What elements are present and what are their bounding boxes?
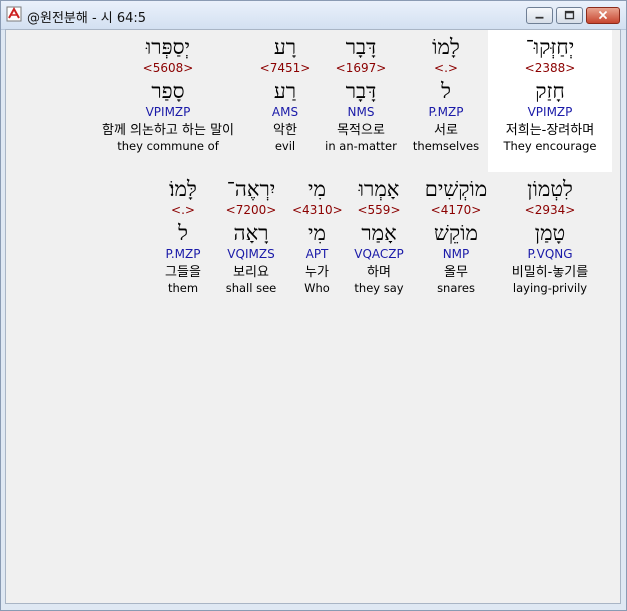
- analysis-panel[interactable]: יְחַזְּקוּ־ <2388> חָזַק VPIMZP 저희는-장려하며…: [5, 29, 621, 604]
- strong-number[interactable]: <1697>: [319, 61, 403, 76]
- hebrew-word: דָּבָר: [345, 35, 377, 59]
- lemma-word: מוֹקֵשׁ: [434, 221, 478, 245]
- hebrew-word: יִרְאֶה־: [226, 177, 276, 201]
- english-gloss: Who: [304, 281, 330, 295]
- morph-code: VPIMZP: [145, 105, 191, 119]
- english-gloss: themselves: [412, 139, 480, 153]
- korean-gloss: 비밀히-놓기를: [511, 265, 589, 280]
- word-cell[interactable]: דָּבָר <1697> דָּבָר NMS 목적으로 in an-matt…: [319, 33, 403, 154]
- korean-gloss: 악한: [273, 123, 297, 138]
- english-gloss: snares: [437, 281, 475, 295]
- word-cell[interactable]: מִי <4310> מִי APT 누가 Who: [292, 175, 343, 296]
- window-title: @원전분해 - 시 64:5: [27, 11, 147, 26]
- strong-number[interactable]: <4170>: [414, 203, 498, 218]
- korean-gloss: 하며: [367, 265, 391, 280]
- hebrew-word: לָּמוֹ׃: [169, 177, 197, 201]
- title-bar[interactable]: @원전분해 - 시 64:5: [1, 1, 626, 30]
- hebrew-word: מִי: [308, 177, 326, 201]
- korean-gloss: 저희는-장려하며: [505, 123, 595, 138]
- english-gloss: they say: [354, 281, 404, 295]
- word-cell[interactable]: יְחַזְּקוּ־ <2388> חָזַק VPIMZP 저희는-장려하며…: [488, 30, 612, 172]
- strong-number[interactable]: <4310>: [292, 203, 343, 218]
- morph-code: P.MZP: [428, 105, 464, 119]
- strong-number[interactable]: <5608>: [84, 61, 252, 76]
- lemma-word: רַע: [273, 79, 297, 103]
- lemma-word: ל: [441, 79, 451, 103]
- strong-number[interactable]: <.>: [153, 203, 213, 218]
- korean-gloss: 누가: [305, 265, 329, 280]
- morph-code: AMS: [271, 105, 299, 119]
- minimize-icon: [535, 16, 544, 19]
- app-window: @원전분해 - 시 64:5 יְחַזְּקוּ־ <2388> חָזַק …: [0, 0, 627, 611]
- morph-code: VPIMZP: [527, 105, 573, 119]
- strong-number[interactable]: <2934>: [500, 203, 600, 218]
- english-gloss: evil: [274, 139, 296, 153]
- word-cell[interactable]: רָע <7451> רַע AMS 악한 evil: [255, 33, 315, 154]
- english-gloss: laying-privily: [512, 281, 588, 295]
- strong-number[interactable]: <7200>: [218, 203, 284, 218]
- lemma-word: חָזַק: [535, 79, 565, 103]
- hebrew-word: מוֹקְשִׁים: [424, 177, 488, 201]
- lemma-word: אָמַר: [361, 221, 397, 245]
- morph-code: NMS: [347, 105, 375, 119]
- morph-code: VQIMZS: [227, 247, 275, 261]
- hebrew-word: יְחַזְּקוּ־: [525, 35, 575, 59]
- app-logo-icon: [6, 6, 22, 22]
- word-cell[interactable]: מוֹקְשִׁים <4170> מוֹקֵשׁ NMP 올무 snares: [414, 175, 498, 296]
- korean-gloss: 목적으로: [337, 123, 385, 138]
- korean-gloss: 함께 의논하고 하는 말이: [102, 123, 234, 138]
- korean-gloss: 보리요: [233, 265, 269, 280]
- strong-number[interactable]: <559>: [348, 203, 410, 218]
- hebrew-word: לָמוֹ: [432, 35, 460, 59]
- strong-number[interactable]: <7451>: [255, 61, 315, 76]
- hebrew-word: אָמְרוּ: [358, 177, 400, 201]
- morph-code: APT: [305, 247, 329, 261]
- word-cell[interactable]: לִטְמוֹן <2934> טָמַן P.VQNG 비밀히-놓기를 lay…: [500, 175, 600, 296]
- lemma-word: ל: [178, 221, 188, 245]
- lemma-word: סָפַר: [151, 79, 185, 103]
- korean-gloss: 서로: [434, 123, 458, 138]
- hebrew-word: רָע: [273, 35, 297, 59]
- english-gloss: they commune of: [117, 139, 219, 153]
- morph-code: NMP: [442, 247, 470, 261]
- word-cell[interactable]: יְסַפְּרוּ <5608> סָפַר VPIMZP 함께 의논하고 하…: [84, 33, 252, 154]
- lemma-word: רָאָה: [233, 221, 269, 245]
- close-button[interactable]: [586, 7, 620, 24]
- lemma-word: דָּבָר: [345, 79, 377, 103]
- morph-code: VQACZP: [354, 247, 404, 261]
- hebrew-word: לִטְמוֹן: [527, 177, 573, 201]
- english-gloss: them: [167, 281, 199, 295]
- morph-code: P.MZP: [165, 247, 201, 261]
- lemma-word: טָמַן: [534, 221, 566, 245]
- english-gloss: They encourage: [503, 139, 597, 153]
- korean-gloss: 올무: [444, 265, 468, 280]
- morph-code: P.VQNG: [527, 247, 573, 261]
- english-gloss: shall see: [225, 281, 277, 295]
- strong-number[interactable]: <2388>: [488, 61, 612, 76]
- close-icon: [598, 10, 608, 20]
- maximize-icon: [564, 10, 575, 20]
- word-cell[interactable]: אָמְרוּ <559> אָמַר VQACZP 하며 they say: [348, 175, 410, 296]
- korean-gloss: 그들을: [165, 265, 201, 280]
- word-cell[interactable]: לָּמוֹ׃ <.> ל P.MZP 그들을 them: [153, 175, 213, 296]
- lemma-word: מִי: [308, 221, 326, 245]
- hebrew-word: יְסַפְּרוּ: [145, 35, 191, 59]
- word-cell[interactable]: לָמוֹ <.> ל P.MZP 서로 themselves: [406, 33, 486, 154]
- word-cell[interactable]: יִרְאֶה־ <7200> רָאָה VQIMZS 보리요 shall s…: [218, 175, 284, 296]
- strong-number[interactable]: <.>: [406, 61, 486, 76]
- english-gloss: in an-matter: [325, 139, 397, 153]
- maximize-button[interactable]: [556, 7, 583, 24]
- minimize-button[interactable]: [526, 7, 553, 24]
